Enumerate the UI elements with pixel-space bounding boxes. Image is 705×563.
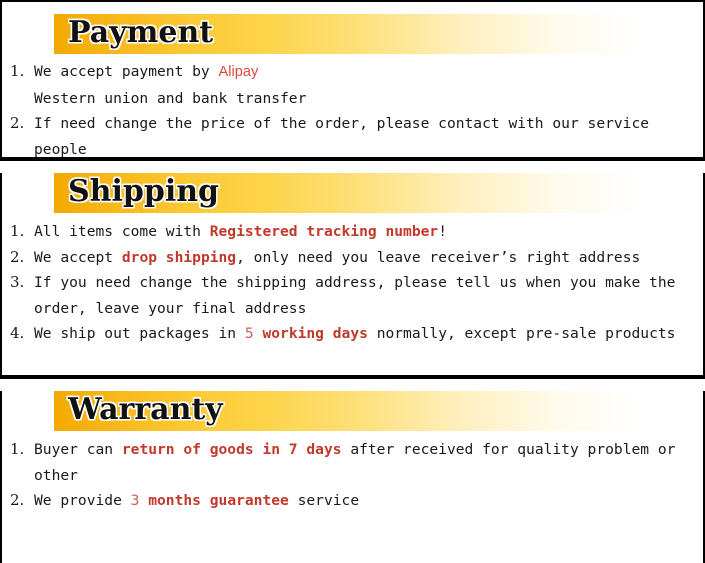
shipping-header: Shipping	[54, 173, 641, 213]
shipping-heading: Shipping	[68, 174, 220, 209]
list-item: All items come with Registered tracking …	[10, 219, 693, 245]
section-payment: Payment We accept payment by Alipay West…	[0, 0, 705, 161]
list-item: Buyer can return of goods in 7 days afte…	[10, 437, 693, 488]
payment-heading: Payment	[68, 15, 214, 50]
shipping-item2-suffix: , only need you leave receiver’s right a…	[236, 248, 641, 266]
list-item: If you need change the shipping address,…	[10, 270, 693, 321]
payment-item1-line2: Western union and bank transfer	[34, 89, 307, 107]
warranty-item1-prefix: Buyer can	[34, 441, 122, 458]
list-item: We accept drop shipping, only need you l…	[10, 245, 693, 271]
shipping-item1-highlight: Registered tracking number	[209, 223, 439, 240]
list-item: We ship out packages in 5 working days n…	[10, 321, 693, 347]
shipping-item2-highlight: drop shipping	[121, 248, 237, 266]
shipping-item3-text: If you need change the shipping address,…	[34, 274, 676, 317]
payment-item1-text: We accept payment by	[34, 63, 219, 80]
warranty-item2-highlight: months guarantee	[139, 492, 289, 510]
shipping-item2-prefix: We accept	[34, 248, 122, 266]
list-item: We accept payment by Alipay Western unio…	[10, 59, 693, 111]
warranty-heading: Warranty	[68, 392, 223, 427]
warranty-item2-prefix: We provide	[34, 492, 131, 510]
section-shipping: Shipping All items come with Registered …	[0, 173, 705, 379]
warranty-item2-suffix: service	[288, 492, 360, 510]
shipping-item4-prefix: We ship out packages in	[34, 325, 245, 343]
list-item: We provide 3 months guarantee service	[10, 488, 693, 514]
shipping-item1-suffix: !	[438, 223, 447, 240]
alipay-brand-text: Alipay	[218, 64, 259, 80]
warranty-list: Buyer can return of goods in 7 days afte…	[2, 437, 703, 524]
list-item: If need change the price of the order, p…	[10, 111, 693, 162]
shipping-item4-highlight: working days	[253, 325, 368, 343]
payment-item2-text: If need change the price of the order, p…	[34, 115, 650, 158]
payment-list: We accept payment by Alipay Western unio…	[2, 59, 703, 172]
payment-header: Payment	[54, 14, 641, 54]
shipping-item1-prefix: All items come with	[34, 223, 210, 240]
shipping-list: All items come with Registered tracking …	[2, 219, 703, 357]
policy-info-panel: Payment We accept payment by Alipay West…	[0, 0, 705, 563]
section-warranty: Warranty Buyer can return of goods in 7 …	[0, 391, 705, 563]
shipping-item4-suffix: normally, except pre-sale products	[367, 325, 676, 343]
warranty-header: Warranty	[54, 391, 641, 431]
warranty-item1-highlight: return of goods in 7 days	[121, 441, 342, 458]
shipping-item4-number: 5	[244, 325, 254, 343]
